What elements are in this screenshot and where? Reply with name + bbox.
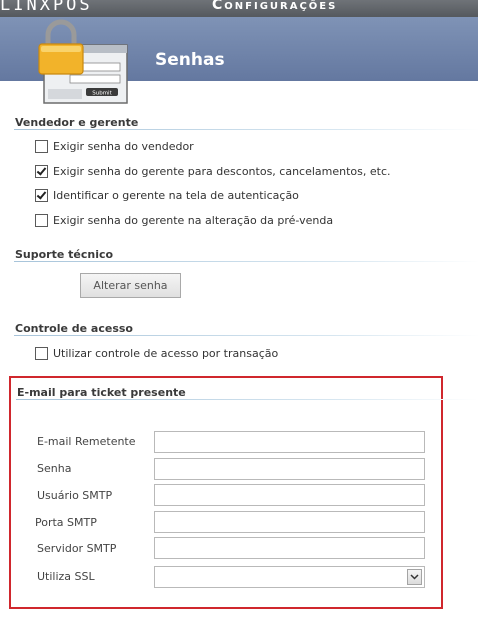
checkbox-label: Utilizar controle de acesso por transaçã…: [53, 346, 279, 360]
utiliza-ssl-select[interactable]: [154, 566, 425, 588]
senha-input[interactable]: [154, 458, 425, 480]
section-title-suporte: Suporte técnico: [15, 248, 114, 261]
svg-text:Submit: Submit: [92, 91, 112, 97]
checkbox-row-senha-vendedor[interactable]: Exigir senha do vendedor: [35, 138, 194, 154]
email-remetente-input[interactable]: [154, 431, 425, 453]
top-bar: LINXPOS Configurações: [0, 0, 478, 17]
checkbox-row-senha-gerente-descontos[interactable]: Exigir senha do gerente para descontos, …: [35, 163, 391, 179]
checkbox-row-senha-gerente-prevenda[interactable]: Exigir senha do gerente na alteração da …: [35, 212, 333, 228]
checkbox-row-controle-acesso[interactable]: Utilizar controle de acesso por transaçã…: [35, 345, 278, 361]
checkbox-label: Exigir senha do gerente na alteração da …: [53, 213, 334, 227]
chevron-down-icon[interactable]: [407, 569, 422, 585]
checkbox-row-identificar-gerente[interactable]: Identificar o gerente na tela de autenti…: [35, 187, 299, 203]
porta-smtp-input[interactable]: [154, 511, 425, 533]
field-label-utiliza-ssl: Utiliza SSL: [37, 570, 95, 583]
section-title-vendedor: Vendedor e gerente: [15, 116, 139, 129]
section-divider: [16, 399, 478, 400]
alterar-senha-button[interactable]: Alterar senha: [80, 273, 181, 298]
field-label-servidor-smtp: Servidor SMTP: [37, 542, 117, 555]
brand-logo: LINXPOS: [0, 0, 93, 15]
checkbox-senha-gerente-prevenda[interactable]: [35, 213, 48, 227]
section-divider: [14, 129, 478, 130]
servidor-smtp-input[interactable]: [154, 537, 425, 559]
section-divider: [14, 261, 478, 262]
section-title-controle: Controle de acesso: [15, 322, 133, 335]
section-divider: [14, 335, 478, 336]
checkbox-label: Exigir senha do vendedor: [53, 139, 194, 153]
usuario-smtp-input[interactable]: [154, 484, 425, 506]
field-label-porta-smtp: Porta SMTP: [35, 516, 97, 529]
page-title: Senhas: [155, 50, 225, 70]
field-label-email-remetente: E-mail Remetente: [37, 435, 136, 448]
lock-icon: Submit: [38, 19, 128, 104]
field-label-senha: Senha: [37, 462, 72, 475]
checkbox-label: Exigir senha do gerente para descontos, …: [53, 164, 391, 178]
section-title-email: E-mail para ticket presente: [17, 386, 186, 399]
field-label-usuario-smtp: Usuário SMTP: [37, 489, 113, 502]
checkbox-senha-gerente-descontos[interactable]: [35, 164, 48, 178]
checkbox-label: Identificar o gerente na tela de autenti…: [53, 188, 299, 202]
checkbox-senha-vendedor[interactable]: [35, 139, 48, 153]
checkbox-identificar-gerente[interactable]: [35, 188, 48, 202]
app-title: Configurações: [212, 0, 338, 13]
checkbox-controle-acesso[interactable]: [35, 346, 48, 360]
